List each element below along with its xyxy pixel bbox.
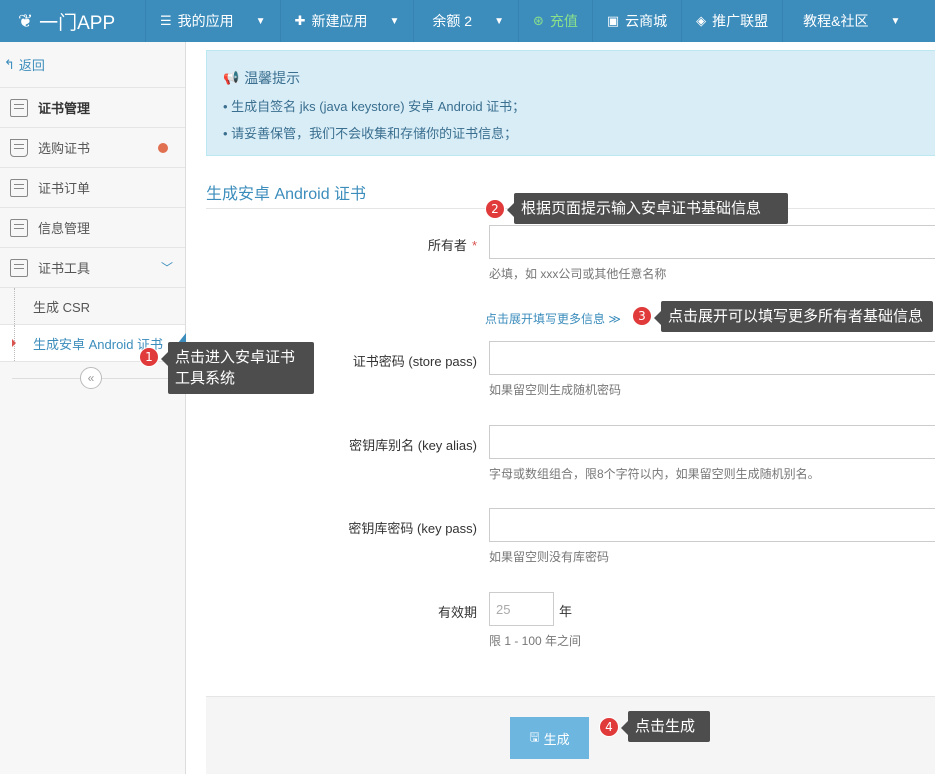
notification-dot: [158, 142, 168, 153]
owner-label-text: 所有者: [427, 238, 467, 253]
back-link[interactable]: ↰ 返回: [0, 42, 185, 88]
nav-my-apps-label: 我的应用: [177, 13, 234, 29]
validity-input[interactable]: 25: [489, 592, 554, 626]
caret-down-icon: ▼: [890, 15, 901, 27]
save-icon: 🖫: [529, 729, 540, 744]
top-nav: ❦ 一门APP ☰ 我的应用 ▼ ✚ 新建应用 ▼ 余额 2 ▼ ⊛ 充值 ▣ …: [0, 0, 935, 42]
sidebar-item-buy-cert[interactable]: 选购证书: [0, 128, 185, 168]
callout-badge-1: 1: [139, 347, 159, 367]
nav-charge[interactable]: ⊛ 充值: [519, 0, 593, 42]
required-marker: *: [471, 238, 477, 253]
sidebar-item-label: 证书订单: [38, 181, 91, 196]
nav-new-app-label: 新建应用: [311, 13, 368, 29]
nav-new-app[interactable]: ✚ 新建应用 ▼: [281, 0, 415, 42]
cart-icon: [10, 138, 28, 157]
key-alias-input[interactable]: [489, 425, 935, 459]
sidebar-subitem-generate-csr[interactable]: 生成 CSR: [0, 288, 185, 325]
sidebar-item-info-management[interactable]: 信息管理: [0, 208, 185, 248]
store-pass-input[interactable]: [489, 341, 935, 375]
key-pass-label: 密钥库密码 (key pass): [348, 521, 477, 536]
sidebar: ↰ 返回 证书管理 选购证书 证书订单 信息管理 证书工具 ﹀ 生成 CSR 生…: [0, 42, 186, 774]
owner-help: 必填，如 xxx公司或其他任意名称: [489, 267, 667, 281]
info-doc-icon: [10, 218, 28, 237]
validity-unit: 年: [559, 604, 573, 619]
validity-help: 限 1 - 100 年之间: [489, 634, 582, 648]
orders-icon: [10, 178, 28, 197]
generate-button[interactable]: 🖫 生成: [510, 717, 589, 759]
sidebar-item-label: 证书管理: [38, 101, 91, 116]
sidebar-subitem-label: 生成 CSR: [33, 299, 91, 315]
store-icon: ▣: [606, 13, 620, 28]
nav-charge-label: 充值: [549, 13, 578, 29]
form-footer: 🖫 生成: [206, 696, 935, 774]
caret-down-icon: ▼: [494, 15, 504, 27]
callout-badge-2: 2: [485, 199, 505, 219]
key-pass-help: 如果留空则没有库密码: [489, 550, 610, 564]
callout-tip-2: 根据页面提示输入安卓证书基础信息: [507, 193, 788, 224]
sidebar-item-label: 证书工具: [38, 261, 91, 276]
nav-balance-label: 余额 2: [432, 13, 473, 29]
diamond-icon: ◈: [696, 13, 707, 28]
key-alias-help: 字母或数组组合，限8个字符以内，如果留空则生成随机别名。: [489, 467, 820, 481]
sidebar-collapse-row: «: [0, 362, 185, 394]
store-pass-help: 如果留空则生成随机密码: [489, 383, 622, 397]
expand-more-link[interactable]: 点击展开填写更多信息 ≫: [485, 310, 621, 327]
brand-logo[interactable]: ❦ 一门APP: [0, 0, 146, 42]
clipboard-icon: [10, 258, 28, 277]
nav-balance[interactable]: 余额 2 ▼: [414, 0, 519, 42]
charge-icon: ⊛: [532, 13, 544, 28]
main-content: 📢 温馨提示 • 生成自签名 jks (java keystore) 安卓 An…: [186, 42, 935, 774]
sidebar-item-label: 信息管理: [38, 221, 91, 236]
sidebar-item-label: 选购证书: [38, 141, 91, 156]
validity-label: 有效期: [437, 605, 477, 620]
owner-input[interactable]: [489, 225, 935, 259]
collapse-sidebar-button[interactable]: «: [80, 367, 102, 389]
list-icon: ☰: [160, 13, 172, 28]
key-pass-input[interactable]: [489, 508, 935, 542]
sidebar-item-cert-management[interactable]: 证书管理: [0, 88, 185, 128]
callout-tip-3: 点击展开可以填写更多所有者基础信息: [654, 301, 933, 332]
callout-tip-4: 点击生成: [621, 711, 710, 742]
generate-button-label: 生成: [543, 731, 570, 747]
nav-tutorial[interactable]: 教程&社区 ▼: [783, 0, 914, 42]
store-pass-label: 证书密码 (store pass): [352, 354, 477, 369]
callout-badge-3: 3: [632, 306, 652, 326]
leaf-icon: ❦: [18, 10, 34, 31]
chevron-down-icon: ﹀: [160, 261, 173, 275]
caret-down-icon: ▼: [255, 15, 266, 27]
back-label: 返回: [18, 58, 45, 73]
certificate-icon: [10, 98, 28, 117]
form-labels: 所有者 * 证书密码 (store pass) 密钥库别名 (key alias)…: [186, 42, 477, 774]
callout-badge-4: 4: [599, 717, 619, 737]
nav-my-apps[interactable]: ☰ 我的应用 ▼: [146, 0, 281, 42]
caret-down-icon: ▼: [389, 15, 400, 27]
plus-icon: ✚: [294, 13, 306, 28]
active-arrow-icon: [12, 339, 16, 347]
sidebar-item-cert-tools[interactable]: 证书工具 ﹀: [0, 248, 185, 288]
nav-tutorial-label: 教程&社区: [803, 13, 869, 29]
nav-affiliate-label: 推广联盟: [712, 13, 769, 29]
nav-affiliate[interactable]: ◈ 推广联盟: [682, 0, 784, 42]
back-arrow-icon: ↰: [4, 56, 15, 72]
sidebar-item-cert-orders[interactable]: 证书订单: [0, 168, 185, 208]
brand-name: 一门APP: [39, 12, 116, 34]
nav-store-label: 云商城: [625, 13, 668, 29]
callout-tip-1: 点击进入安卓证书工具系统: [161, 342, 314, 394]
nav-store[interactable]: ▣ 云商城: [593, 0, 683, 42]
owner-label: 所有者 *: [428, 235, 477, 254]
key-alias-label: 密钥库别名 (key alias): [349, 438, 477, 453]
